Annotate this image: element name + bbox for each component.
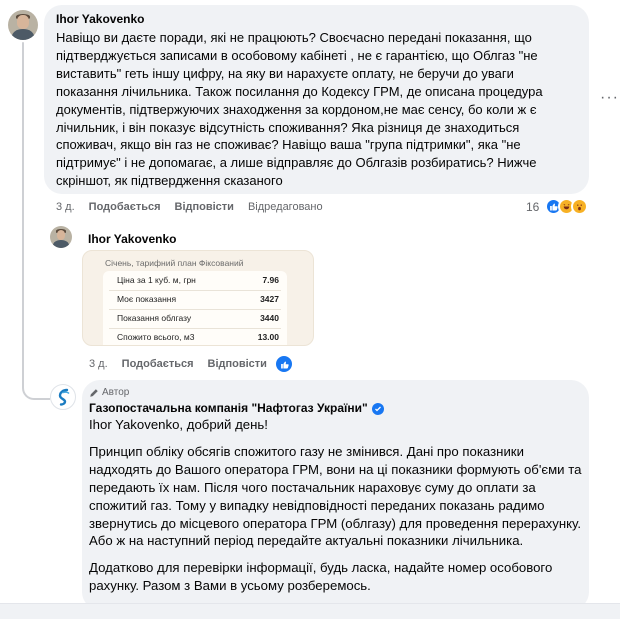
verified-badge-icon [371,403,384,415]
more-options-icon[interactable]: ··· [600,89,619,107]
reply-text: Ihor Yakovenko, добрий день! Принцип обл… [89,416,583,595]
reply-paragraph: Додатково для перевірки інформації, будь… [89,560,553,594]
like-button[interactable]: Подобається [89,201,161,213]
screenshot-row: Ціна за 1 куб. м, грн 7.96 [99,271,285,288]
wow-reaction-icon [571,198,589,215]
screenshot-row: Моє показання 3427 [99,290,285,307]
reactions-summary[interactable]: 16 [526,198,589,215]
row-label: Ціна за 1 куб. м, грн [117,274,196,285]
mention-link[interactable]: Ihor Yakovenko [89,417,179,432]
reaction-count: 16 [526,199,540,214]
page-avatar[interactable] [50,384,76,410]
row-label: Показання облгазу [117,312,192,323]
pencil-icon [90,388,98,397]
comment-text: Навіщо ви даєте поради, які не працюють?… [56,30,543,189]
author-badge-label: Автор [102,387,130,398]
row-value: 3440 [260,312,279,323]
screenshot-row: Спожито всього, м3 13.00 [99,328,285,345]
comment-time[interactable]: 3 д. [89,358,108,370]
thread-line [22,42,24,372]
edited-label: Відредаговано [247,201,323,213]
reply-button[interactable]: Відповісти [208,358,267,370]
row-value: 13.00 [257,331,279,342]
comment-author[interactable]: Ihor Yakovenko [88,232,176,246]
screenshot-row: Показання облгазу 3440 [99,309,285,326]
screenshot-title: Січень, тарифний план Фіксований [105,258,244,268]
author-badge: Автор [89,387,129,398]
comment-actions: 3 д. Подобається Відповісти [89,358,267,370]
thread-branch [22,360,50,400]
composer-edge [0,603,620,619]
row-label: Моє показання [117,293,177,304]
row-value: 3427 [260,293,279,304]
row-value: 7.96 [262,274,279,285]
avatar[interactable] [8,10,38,40]
comment-author[interactable]: Ihor Yakovenko [56,12,577,26]
row-label: Спожито всього, м3 [117,331,195,342]
comment-time[interactable]: 3 д. [56,201,75,213]
page-author[interactable]: Газопостачальна компанія "Нафтогаз Украї… [89,401,384,415]
greeting-text: , добрий день! [179,417,268,432]
reply-button[interactable]: Відповісти [175,201,234,213]
avatar[interactable] [50,226,72,248]
page-author-name[interactable]: Газопостачальна компанія "Нафтогаз Украї… [89,401,368,415]
comment-bubble: Ihor Yakovenko Навіщо ви даєте поради, я… [44,5,589,194]
like-reaction-icon[interactable] [276,356,292,372]
comment-actions: 3 д. Подобається Відповісти Відредагован… [56,201,323,213]
reply-paragraph: Принцип обліку обсягів спожитого газу не… [89,443,582,549]
attached-screenshot[interactable]: Січень, тарифний план Фіксований Ціна за… [82,250,314,346]
like-button[interactable]: Подобається [122,358,194,370]
